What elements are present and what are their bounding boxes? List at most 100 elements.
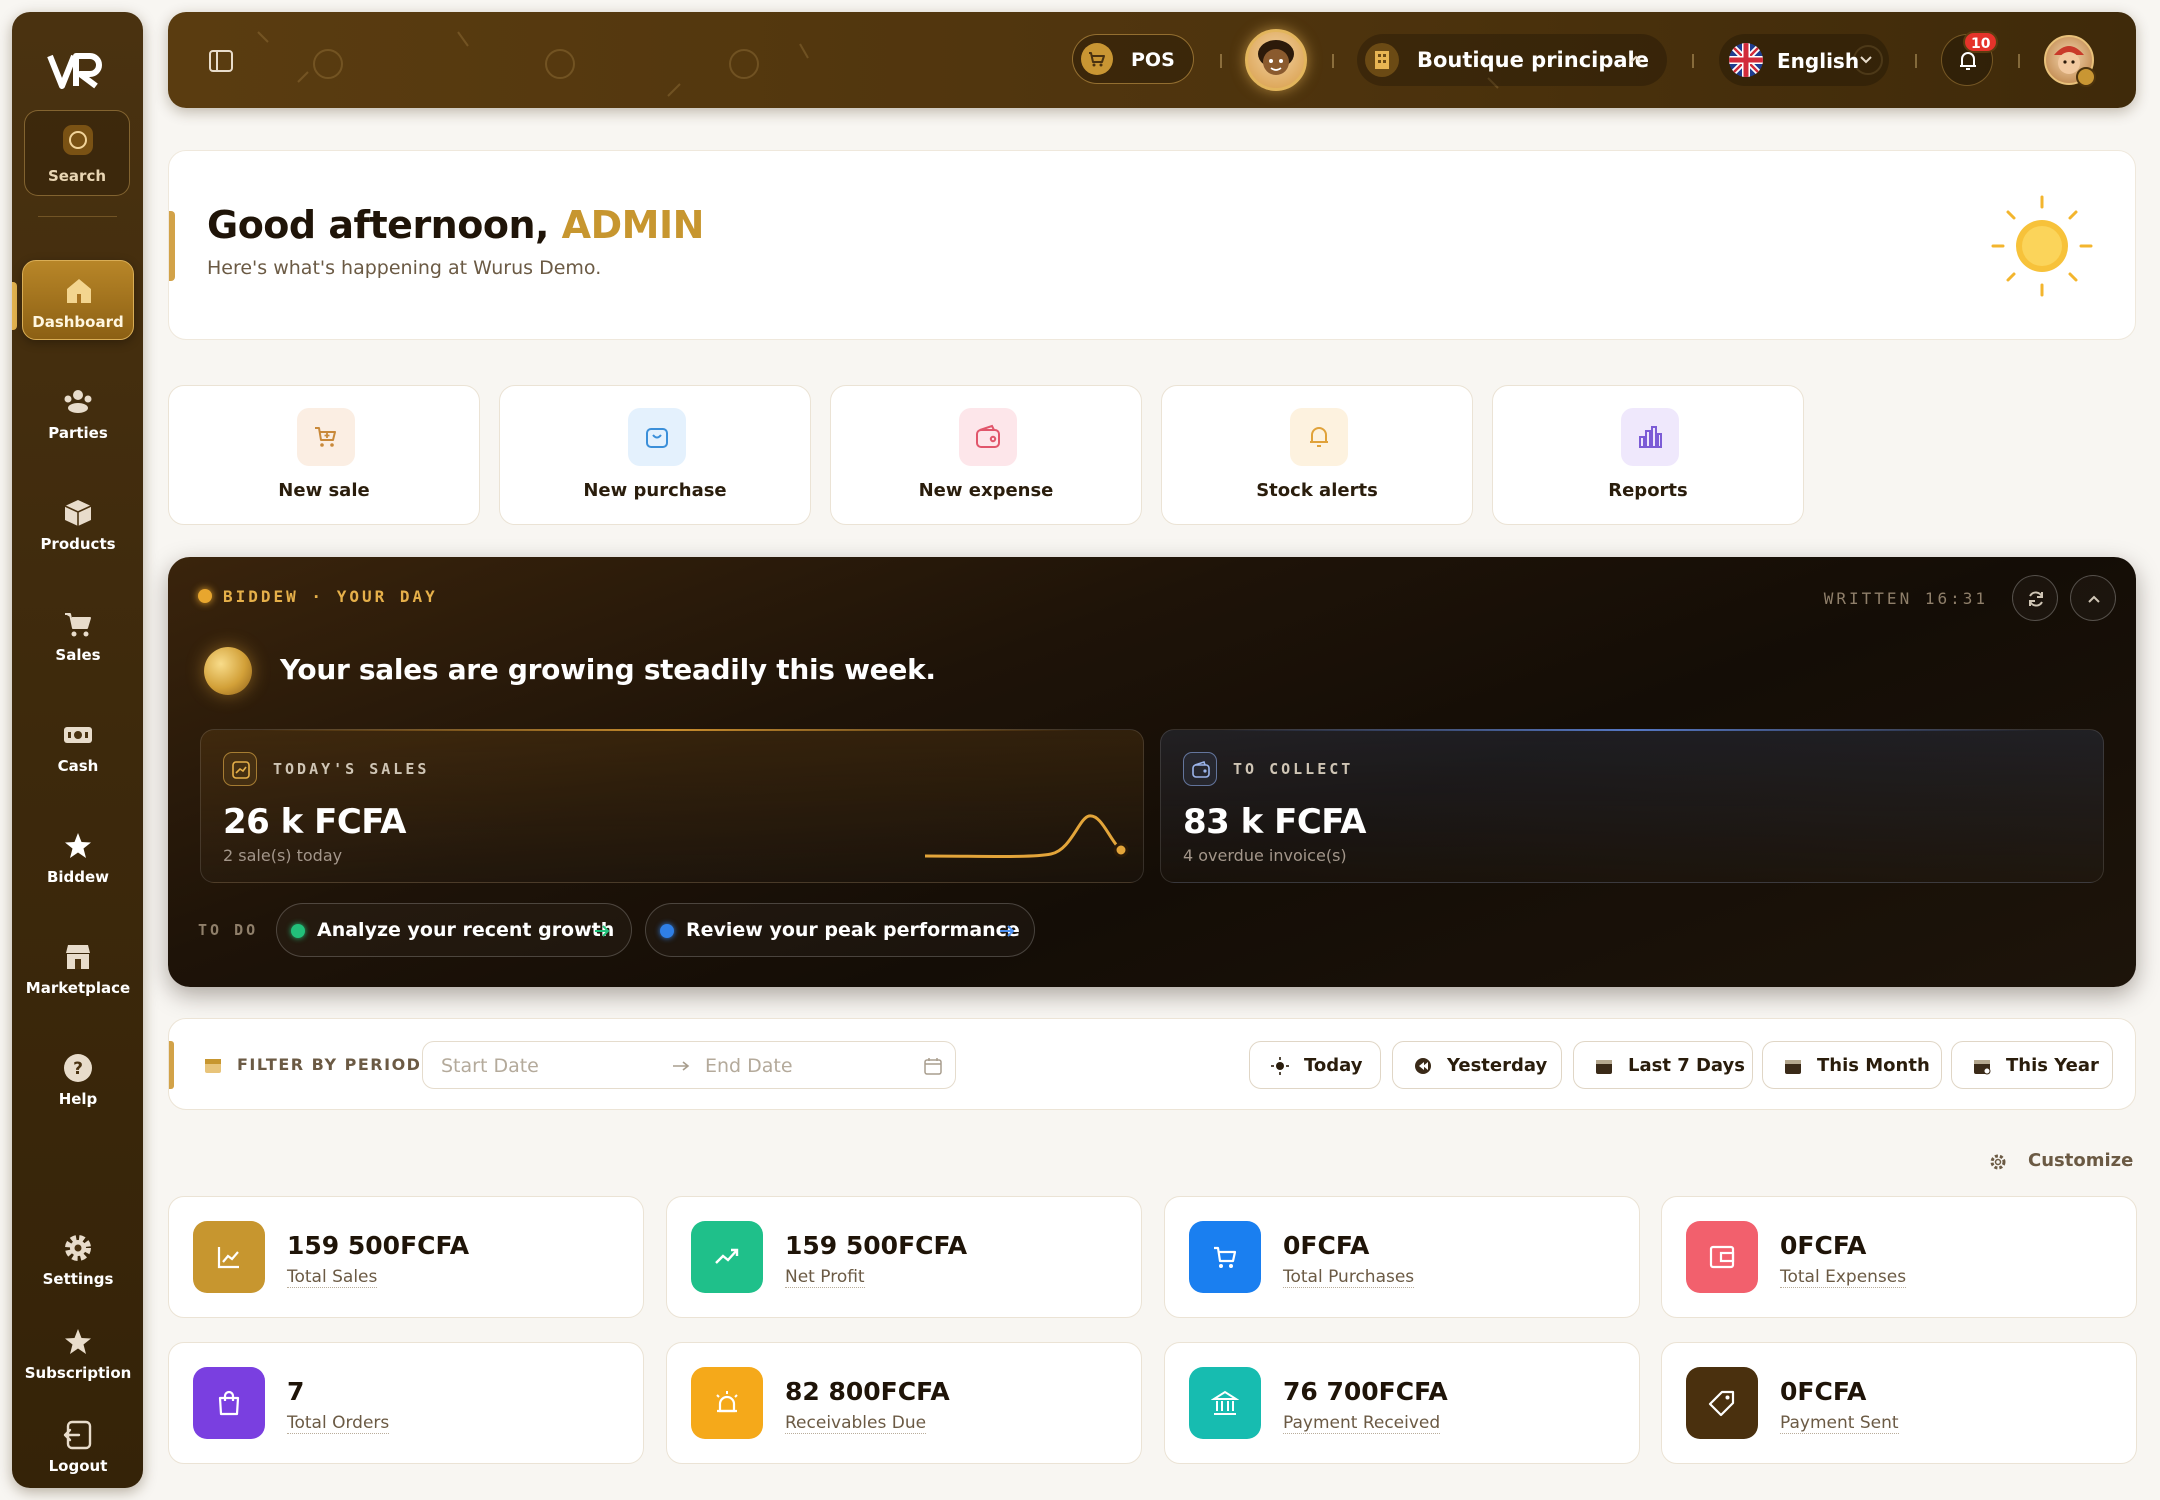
shop-selector[interactable]: Boutique principale bbox=[1357, 34, 1667, 86]
building-icon bbox=[1365, 43, 1399, 77]
quick-action-label: New expense bbox=[918, 480, 1054, 501]
period-label: This Year bbox=[2006, 1055, 2099, 1076]
sidebar-search[interactable]: Search bbox=[24, 110, 130, 196]
sidebar-item-help[interactable]: ? Help bbox=[22, 1038, 134, 1118]
stat-label: Payment Sent bbox=[1780, 1413, 1899, 1434]
stat-payment-received[interactable]: 76 700FCFA Payment Received bbox=[1164, 1342, 1640, 1464]
sidebar-item-label: Products bbox=[40, 535, 116, 553]
uk-flag-icon bbox=[1729, 43, 1763, 77]
sidebar-item-label: Sales bbox=[55, 646, 101, 664]
refresh-button[interactable] bbox=[2012, 575, 2058, 621]
app-logo[interactable] bbox=[46, 46, 108, 96]
to-collect-card[interactable]: TO COLLECT 83 k FCFA 4 overdue invoice(s… bbox=[1160, 729, 2104, 883]
period-this-year-button[interactable]: This Year bbox=[1951, 1041, 2113, 1089]
calendar-icon bbox=[924, 1058, 942, 1075]
badge-star-icon bbox=[62, 1326, 94, 1358]
quick-action-new-purchase[interactable]: New purchase bbox=[499, 385, 811, 525]
sidebar-item-sales[interactable]: Sales bbox=[22, 594, 134, 674]
sidebar-item-biddew[interactable]: Biddew bbox=[22, 816, 134, 896]
period-label: Today bbox=[1304, 1055, 1363, 1076]
stat-net-profit[interactable]: 159 500FCFA Net Profit bbox=[666, 1196, 1142, 1318]
stat-total-sales[interactable]: 159 500FCFA Total Sales bbox=[168, 1196, 644, 1318]
arrow-right-icon bbox=[1000, 925, 1015, 937]
quick-action-label: New sale bbox=[278, 480, 370, 501]
quick-action-new-sale[interactable]: New sale bbox=[168, 385, 480, 525]
gear-icon bbox=[1990, 1154, 2006, 1170]
active-indicator bbox=[12, 282, 17, 330]
sidebar-item-subscription[interactable]: Subscription bbox=[22, 1312, 134, 1392]
trend-card-icon bbox=[223, 752, 257, 786]
shopping-bag-icon bbox=[193, 1367, 265, 1439]
sidebar-search-label: Search bbox=[47, 167, 107, 185]
assistant-avatar[interactable] bbox=[1245, 29, 1307, 91]
biddew-message: Your sales are growing steadily this wee… bbox=[280, 653, 936, 686]
calendar-icon bbox=[1785, 1060, 1801, 1074]
stat-total-orders[interactable]: 7 Total Orders bbox=[168, 1342, 644, 1464]
logout-icon bbox=[62, 1419, 94, 1451]
cash-icon bbox=[62, 719, 94, 751]
alarm-icon bbox=[691, 1367, 763, 1439]
sidebar-divider bbox=[38, 216, 117, 217]
stat-label: Total Expenses bbox=[1780, 1267, 1907, 1288]
status-badge bbox=[2076, 67, 2096, 87]
language-selector[interactable]: English bbox=[1719, 34, 1889, 86]
quick-action-new-expense[interactable]: New expense bbox=[830, 385, 1142, 525]
stat-payment-sent[interactable]: 0FCFA Payment Sent bbox=[1661, 1342, 2137, 1464]
sidebar-item-settings[interactable]: Settings bbox=[22, 1218, 134, 1298]
sidebar-item-label: Parties bbox=[48, 424, 108, 442]
wallet-icon bbox=[1183, 752, 1217, 786]
sidebar-item-label: Marketplace bbox=[25, 979, 131, 997]
stat-value: 0FCFA bbox=[1283, 1231, 1370, 1260]
quick-action-reports[interactable]: Reports bbox=[1492, 385, 1804, 525]
user-avatar[interactable] bbox=[2044, 35, 2096, 87]
collapse-button[interactable] bbox=[2070, 575, 2116, 621]
period-today-button[interactable]: Today bbox=[1249, 1041, 1381, 1089]
start-date-input[interactable]: Start Date bbox=[441, 1055, 539, 1077]
period-last-7-days-button[interactable]: Last 7 Days bbox=[1573, 1041, 1753, 1089]
period-yesterday-button[interactable]: Yesterday bbox=[1392, 1041, 1562, 1089]
stat-total-purchases[interactable]: 0FCFA Total Purchases bbox=[1164, 1196, 1640, 1318]
bank-icon bbox=[1189, 1367, 1261, 1439]
filter-label: FILTER BY PERIOD bbox=[237, 1055, 422, 1074]
sidebar-toggle-button[interactable] bbox=[202, 42, 240, 80]
shop-name: Boutique principale bbox=[1417, 48, 1649, 72]
todo-text: Analyze your recent growth bbox=[317, 919, 615, 941]
sidebar-item-label: Dashboard bbox=[32, 313, 124, 331]
end-date-input[interactable]: End Date bbox=[705, 1055, 793, 1077]
sidebar-item-dashboard[interactable]: Dashboard bbox=[22, 260, 134, 340]
todays-sales-card[interactable]: TODAY'S SALES 26 k FCFA 2 sale(s) today bbox=[200, 729, 1144, 883]
pos-button[interactable]: POS bbox=[1072, 34, 1194, 84]
period-label: Last 7 Days bbox=[1628, 1055, 1745, 1076]
card-subtext: 4 overdue invoice(s) bbox=[1183, 846, 1347, 865]
sidebar-item-parties[interactable]: Parties bbox=[22, 372, 134, 452]
cart-icon bbox=[1189, 1221, 1261, 1293]
greeting-card: Good afternoon, ADMIN Here's what's happ… bbox=[168, 150, 2136, 340]
live-dot bbox=[198, 589, 212, 603]
quick-action-stock-alerts[interactable]: Stock alerts bbox=[1161, 385, 1473, 525]
date-range-picker[interactable]: Start Date End Date bbox=[422, 1041, 956, 1089]
pos-label: POS bbox=[1131, 49, 1175, 71]
sidebar-item-logout[interactable]: Logout bbox=[22, 1405, 134, 1485]
arrow-right-icon bbox=[595, 925, 610, 937]
sidebar-item-label: Subscription bbox=[24, 1364, 132, 1382]
written-time: WRITTEN 16:31 bbox=[1823, 589, 1988, 608]
status-dot bbox=[291, 924, 305, 938]
sidebar-item-marketplace[interactable]: Marketplace bbox=[22, 927, 134, 1007]
cart-plus-icon bbox=[297, 408, 355, 466]
stat-label: Receivables Due bbox=[785, 1413, 927, 1434]
quick-action-label: Stock alerts bbox=[1256, 480, 1378, 501]
stat-receivables-due[interactable]: 82 800FCFA Receivables Due bbox=[666, 1342, 1142, 1464]
todo-analyze-growth[interactable]: Analyze your recent growth bbox=[276, 903, 632, 957]
todo-review-peak[interactable]: Review your peak performance bbox=[645, 903, 1035, 957]
stat-total-expenses[interactable]: 0FCFA Total Expenses bbox=[1661, 1196, 2137, 1318]
quick-action-label: Reports bbox=[1608, 480, 1688, 501]
arrow-right-icon bbox=[673, 1061, 690, 1071]
header-divider bbox=[1915, 54, 1917, 68]
sidebar-item-label: Biddew bbox=[46, 868, 110, 886]
biddew-panel: BIDDEW · YOUR DAY WRITTEN 16:31 Your sal… bbox=[168, 557, 2136, 987]
period-this-month-button[interactable]: This Month bbox=[1762, 1041, 1942, 1089]
sidebar-item-cash[interactable]: Cash bbox=[22, 705, 134, 785]
greeting-title: Good afternoon, ADMIN bbox=[207, 203, 704, 247]
sidebar-item-products[interactable]: Products bbox=[22, 483, 134, 563]
stat-value: 7 bbox=[287, 1377, 305, 1406]
